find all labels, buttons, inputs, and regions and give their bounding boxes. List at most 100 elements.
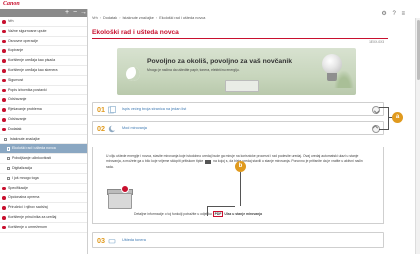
sidebar-item-label: Ekološki rad i ušteda novca (12, 146, 56, 151)
sidebar-item-label: Rješavanje problema (8, 107, 42, 112)
sidebar-item[interactable]: Održavanje (0, 115, 87, 125)
breadcrumb-separator: › (99, 16, 102, 20)
sidebar-item[interactable]: Korištenje uređaja kao pisača (0, 56, 87, 66)
sidebar-item-label: Sigurnost (8, 77, 24, 82)
sidebar-nav: Vrh Važne sigurnosne upute Osnovne operaci… (0, 17, 87, 233)
sidebar-item[interactable]: Važne sigurnosne upute (0, 27, 87, 37)
bullet-icon (2, 117, 6, 122)
detail-reference: Detaljne informacije o toj funkciji potr… (134, 211, 262, 217)
section-label[interactable]: Ispis većeg broja stranica na jedan list (122, 107, 186, 111)
pages-icon (108, 105, 116, 113)
breadcrumb-separator: › (119, 16, 121, 20)
expand-all-button[interactable]: + (64, 9, 70, 17)
breadcrumb: Vrh › Dodatak › Istaknute značajke › Ekološki … (92, 16, 205, 20)
moon-icon (126, 67, 140, 81)
sidebar-item[interactable]: Istaknute značajke (0, 135, 87, 145)
sidebar-item-label: Vrh (8, 19, 14, 23)
sidebar-item-label: Poboljšanje učinkovitosti (12, 156, 52, 161)
energy-saver-key-icon (205, 159, 212, 164)
sidebar-item[interactable]: Vrh (0, 17, 87, 27)
bullet-icon (2, 127, 6, 132)
sidebar-item-label: Dodatak (8, 126, 22, 131)
question-icon[interactable]: ? (392, 11, 395, 17)
sidebar-item[interactable]: Korištenje u umreženom (0, 223, 87, 233)
printer-icon (106, 185, 134, 210)
breadcrumb-link[interactable]: Vrh (92, 16, 98, 20)
sidebar-item[interactable]: Opcionalna oprema (0, 193, 87, 204)
sidebar-item[interactable]: Popis izbornika postavki (0, 86, 87, 96)
scrollbar[interactable] (415, 18, 420, 254)
bullet-icon (2, 206, 6, 210)
section-02[interactable]: 02 Mod mirovanja (92, 121, 384, 135)
bullet-icon (2, 98, 6, 102)
sidebar-item[interactable]: Korištenje priručnika za uređaj (0, 213, 87, 223)
section-label[interactable]: Ušteda tonera (122, 238, 146, 242)
banner-subtitle: Mnogo je načina da uštedite papir, toner… (147, 68, 240, 72)
sidebar-item-label: Korištenje priručnika za uređaj (8, 214, 57, 219)
sidebar-item[interactable]: Specifikacije (0, 184, 87, 194)
tree-node-icon (6, 147, 10, 151)
bullet-icon (2, 39, 6, 44)
sidebar-item-label: Važne sigurnosne upute (8, 28, 47, 33)
section-number: 01 (97, 105, 105, 114)
section-01[interactable]: 01 Ispis većeg broja stranica na jedan l… (92, 102, 384, 116)
main-content: Vrh › Dodatak › Istaknute značajke › Ekološki … (89, 9, 420, 254)
detail-link[interactable]: Ulaz u stanje mirovanja (224, 212, 262, 216)
sidebar-item-label: Opcionalna oprema (8, 195, 40, 200)
bullet-icon (2, 108, 6, 112)
sidebar-item[interactable]: Digitalizacija (0, 164, 87, 174)
bullet-icon (2, 68, 6, 73)
sidebar-item[interactable]: Poboljšanje učinkovitosti (0, 154, 87, 164)
sidebar-item[interactable]: Kopiranje (0, 46, 87, 57)
sidebar-item[interactable]: Sigurnost (0, 76, 87, 86)
sidebar-item-label: Kopiranje (8, 48, 24, 53)
printer-body (108, 193, 132, 209)
collapse-all-button[interactable]: − (72, 9, 78, 17)
page-title: Ekološki rad i ušteda novca (92, 29, 179, 36)
breadcrumb-separator: › (155, 16, 158, 20)
breadcrumb-link[interactable]: Dodatak (103, 16, 117, 20)
pdf-icon[interactable]: PDF (212, 211, 224, 217)
callout-line (388, 107, 389, 129)
toner-icon (108, 238, 116, 243)
sidebar-item[interactable]: Održavanje (0, 95, 87, 106)
callout-line (240, 172, 241, 206)
callout-b: b (235, 161, 246, 172)
hide-sidebar-button[interactable]: → (80, 9, 87, 17)
document-id: 1EXX-0X3 (369, 40, 384, 44)
sidebar-item-label: I još mnogo toga (12, 175, 39, 180)
sidebar-header: + − → (0, 9, 87, 17)
title-divider (92, 38, 388, 39)
bullet-icon (2, 49, 6, 53)
sidebar-item[interactable]: Dodatak (0, 125, 87, 135)
hero-banner: Povoljno za okoliš, povoljno za vaš novč… (117, 48, 356, 95)
sidebar-item[interactable]: Rješavanje problema (0, 105, 87, 115)
tree-node-icon (6, 176, 10, 180)
brand-bar: Canon (0, 0, 420, 9)
breadcrumb-link[interactable]: Istaknute značajke (122, 16, 153, 20)
sidebar-item-label: Istaknute značajke (10, 136, 40, 141)
tree-node-icon (4, 137, 8, 141)
sidebar-item-label: Specifikacije (8, 185, 28, 190)
callout-a: a (392, 112, 403, 123)
callout-line (207, 206, 235, 207)
sidebar-item[interactable]: Priručnici i njihov sadržaj (0, 203, 87, 213)
gear-icon[interactable]: ⚙ (381, 11, 386, 17)
canon-logo: Canon (3, 1, 20, 7)
callout-line (379, 129, 389, 130)
tree-node-icon (6, 166, 10, 171)
section-number: 03 (97, 236, 105, 245)
section-03[interactable]: 03 Ušteda tonera (92, 232, 384, 248)
scroll-thumb[interactable] (416, 20, 420, 80)
section-label[interactable]: Mod mirovanja (122, 126, 147, 130)
sidebar-item[interactable]: Ekološki rad i ušteda novca (0, 144, 87, 155)
sidebar-item[interactable]: I još mnogo toga (0, 174, 87, 184)
bullet-icon (2, 29, 6, 34)
menu-icon[interactable]: ≡ (401, 11, 405, 17)
bullet-icon (2, 196, 6, 200)
printer-illustration (225, 80, 259, 92)
moon-icon (108, 124, 116, 132)
sidebar-item[interactable]: Korištenje uređaja kao skenera (0, 66, 87, 76)
detail-prefix: Detaljne informacije o toj funkciji potr… (134, 212, 212, 216)
sidebar-item[interactable]: Osnovne operacije (0, 37, 87, 47)
